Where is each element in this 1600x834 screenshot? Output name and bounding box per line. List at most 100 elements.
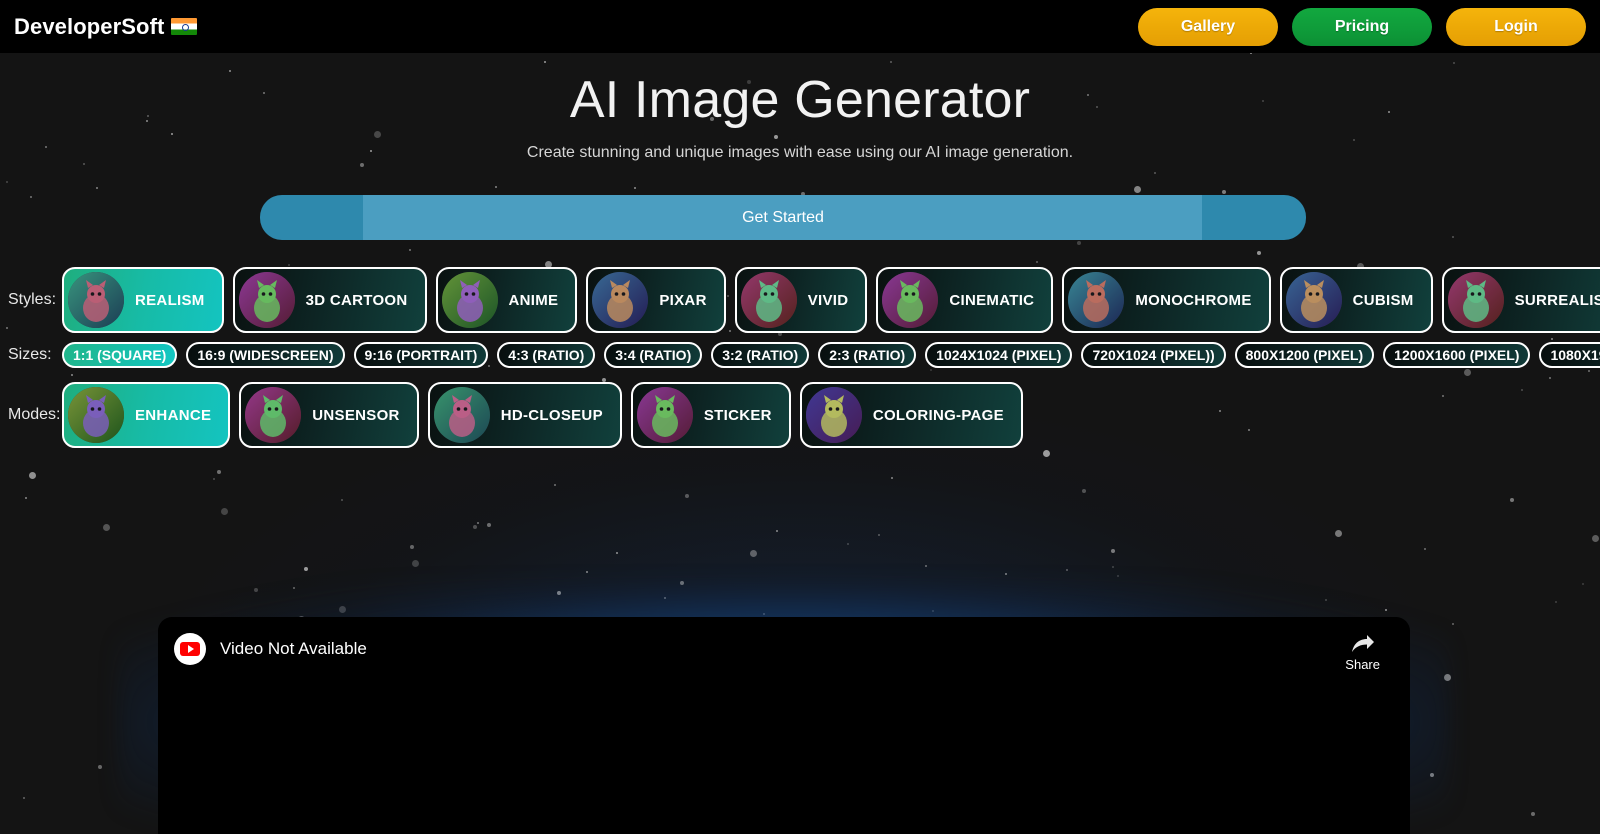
size-pill-2-3-ratio-[interactable]: 2:3 (RATIO) <box>818 342 916 368</box>
style-chip-label: REALISM <box>135 292 205 309</box>
star-dot <box>1111 549 1115 553</box>
star-dot <box>878 534 880 536</box>
share-button[interactable]: Share <box>1345 633 1380 672</box>
page-title: AI Image Generator <box>0 70 1600 130</box>
pricing-button[interactable]: Pricing <box>1292 8 1432 46</box>
star-dot <box>1531 812 1535 816</box>
sizes-track[interactable]: 1:1 (SQUARE) 16:9 (WIDESCREEN) 9:16 (PORTR… <box>62 342 1600 368</box>
size-pill-1-1-square-[interactable]: 1:1 (SQUARE) <box>62 342 177 368</box>
star-dot <box>634 187 636 189</box>
page-root: DeveloperSoft Gallery Pricing Login AI I… <box>0 0 1600 834</box>
style-chip-thumbnail-icon <box>1068 272 1124 328</box>
style-chip-3d-cartoon[interactable]: 3D CARTOON <box>233 267 427 333</box>
style-chip-label: CUBISM <box>1353 292 1414 309</box>
star-dot <box>1066 569 1068 571</box>
style-chip-thumbnail-icon <box>442 272 498 328</box>
mode-chip-thumbnail-icon <box>245 387 301 443</box>
size-pill-1024x1024-pixel-[interactable]: 1024X1024 (PIXEL) <box>925 342 1072 368</box>
star-dot <box>1154 172 1156 174</box>
style-chip-thumbnail-icon <box>1448 272 1504 328</box>
size-pill-3-4-ratio-[interactable]: 3:4 (RATIO) <box>604 342 702 368</box>
style-chip-thumbnail-icon <box>68 272 124 328</box>
styles-row: Styles: REALISM 3D CARTOON <box>0 265 1600 335</box>
mode-chip-label: COLORING-PAGE <box>873 407 1004 424</box>
star-dot <box>1588 370 1590 372</box>
star-dot <box>1510 498 1514 502</box>
style-chip-label: SURREALISM <box>1515 292 1600 309</box>
top-navbar: DeveloperSoft Gallery Pricing Login <box>0 0 1600 53</box>
style-chip-label: CINEMATIC <box>949 292 1034 309</box>
size-pill-9-16-portrait-[interactable]: 9:16 (PORTRAIT) <box>354 342 489 368</box>
star-dot <box>25 497 27 499</box>
star-dot <box>685 494 689 498</box>
star-dot <box>341 499 343 501</box>
get-started-container: Get Started <box>260 195 1306 240</box>
style-chip-thumbnail-icon <box>1286 272 1342 328</box>
share-label: Share <box>1345 657 1380 672</box>
mode-chip-label: HD-CLOSEUP <box>501 407 603 424</box>
star-dot <box>586 571 588 573</box>
star-dot <box>495 186 497 188</box>
size-pill-800x1200-pixel-[interactable]: 800X1200 (PIXEL) <box>1235 342 1375 368</box>
login-button[interactable]: Login <box>1446 8 1586 46</box>
get-started-button[interactable]: Get Started <box>260 195 1306 240</box>
modes-track[interactable]: ENHANCE UNSENSOR HD-CLOSEUP <box>62 382 1600 448</box>
mode-chip-unsensor[interactable]: UNSENSOR <box>239 382 418 448</box>
mode-chip-thumbnail-icon <box>434 387 490 443</box>
size-pill-720x1024-pixel-[interactable]: 720X1024 (PIXEL)) <box>1081 342 1225 368</box>
style-chip-vivid[interactable]: VIVID <box>735 267 868 333</box>
mode-chip-label: ENHANCE <box>135 407 211 424</box>
styles-label: Styles: <box>0 291 62 309</box>
video-topbar: Video Not Available Share <box>158 617 1410 672</box>
star-dot <box>1043 450 1050 457</box>
video-player-card[interactable]: Video Not Available Share <box>158 617 1410 834</box>
star-dot <box>925 565 927 567</box>
star-dot <box>1582 583 1584 585</box>
hero-section: AI Image Generator Create stunning and u… <box>0 53 1600 162</box>
style-chip-cinematic[interactable]: CINEMATIC <box>876 267 1053 333</box>
india-flag-icon <box>171 18 197 35</box>
star-dot <box>1222 190 1226 194</box>
star-dot <box>891 477 893 479</box>
size-pill-1080x1920-pixel-[interactable]: 1080X1920 (PIXEL) <box>1539 342 1600 368</box>
size-pill-4-3-ratio-[interactable]: 4:3 (RATIO) <box>497 342 595 368</box>
style-chip-pixar[interactable]: PIXAR <box>586 267 725 333</box>
star-dot <box>847 543 849 545</box>
star-dot <box>30 196 32 198</box>
style-chip-monochrome[interactable]: MONOCHROME <box>1062 267 1270 333</box>
mode-chip-thumbnail-icon <box>637 387 693 443</box>
star-dot <box>6 181 8 183</box>
style-chip-thumbnail-icon <box>741 272 797 328</box>
size-pill-16-9-widescreen-[interactable]: 16:9 (WIDESCREEN) <box>186 342 344 368</box>
style-chip-label: VIVID <box>808 292 849 309</box>
style-chip-anime[interactable]: ANIME <box>436 267 578 333</box>
style-chip-label: MONOCHROME <box>1135 292 1251 309</box>
star-dot <box>1005 573 1007 575</box>
gallery-button[interactable]: Gallery <box>1138 8 1278 46</box>
mode-chip-enhance[interactable]: ENHANCE <box>62 382 230 448</box>
mode-chip-hd-closeup[interactable]: HD-CLOSEUP <box>428 382 622 448</box>
mode-chip-coloring-page[interactable]: COLORING-PAGE <box>800 382 1023 448</box>
style-chip-cubism[interactable]: CUBISM <box>1280 267 1433 333</box>
style-chip-realism[interactable]: REALISM <box>62 267 224 333</box>
style-chip-surrealism[interactable]: SURREALISM <box>1442 267 1600 333</box>
style-chip-label: ANIME <box>509 292 559 309</box>
mode-chip-label: STICKER <box>704 407 772 424</box>
mode-chip-sticker[interactable]: STICKER <box>631 382 791 448</box>
brand-name: DeveloperSoft <box>14 14 164 40</box>
size-pill-3-2-ratio-[interactable]: 3:2 (RATIO) <box>711 342 809 368</box>
star-dot <box>1077 241 1081 245</box>
brand-logo[interactable]: DeveloperSoft <box>14 14 197 40</box>
mode-chip-label: UNSENSOR <box>312 407 399 424</box>
star-dot <box>71 374 73 376</box>
youtube-icon <box>174 633 206 665</box>
star-dot <box>304 567 308 571</box>
star-dot <box>616 552 618 554</box>
size-pill-1200x1600-pixel-[interactable]: 1200X1600 (PIXEL) <box>1383 342 1530 368</box>
modes-label: Modes: <box>0 406 62 424</box>
star-dot <box>410 545 414 549</box>
star-dot <box>750 550 757 557</box>
star-dot <box>98 765 102 769</box>
star-dot <box>1335 530 1342 537</box>
styles-track[interactable]: REALISM 3D CARTOON ANIME <box>62 267 1600 333</box>
